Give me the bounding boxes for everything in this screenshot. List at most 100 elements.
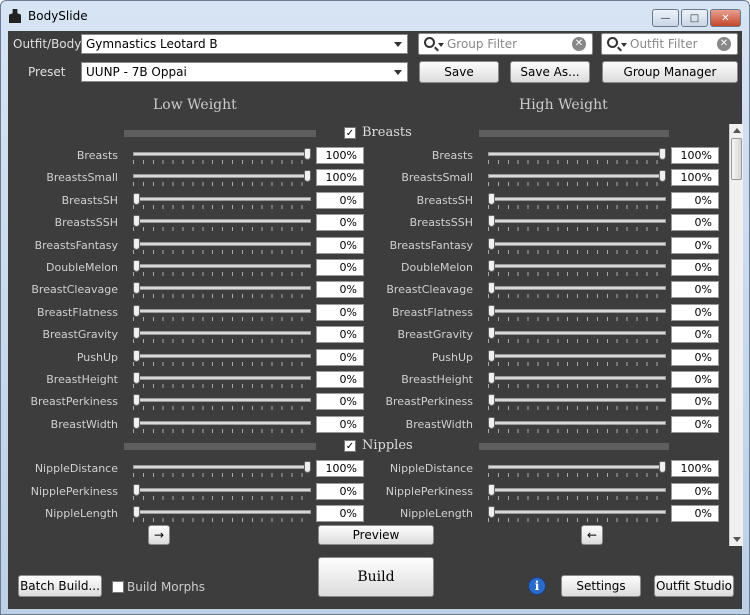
low-slider-track[interactable] bbox=[133, 353, 311, 358]
high-value-field[interactable]: 0% bbox=[671, 348, 719, 366]
high-slider-thumb[interactable] bbox=[659, 461, 666, 474]
low-slider-thumb[interactable] bbox=[133, 260, 140, 272]
low-slider-track[interactable] bbox=[133, 308, 311, 313]
low-value-field[interactable]: 0% bbox=[316, 326, 364, 344]
high-slider-track[interactable] bbox=[488, 308, 666, 313]
group-checkbox[interactable]: ✓ bbox=[344, 127, 356, 139]
low-slider-thumb[interactable] bbox=[133, 483, 140, 496]
low-value-field[interactable]: 0% bbox=[316, 348, 364, 366]
high-slider-track[interactable] bbox=[488, 487, 666, 492]
high-slider-track[interactable] bbox=[488, 174, 666, 179]
high-slider-track[interactable] bbox=[488, 465, 666, 470]
high-slider-thumb[interactable] bbox=[488, 372, 495, 384]
high-slider-thumb[interactable] bbox=[488, 506, 495, 518]
high-value-field[interactable]: 0% bbox=[671, 281, 719, 299]
high-value-field[interactable]: 100% bbox=[671, 169, 719, 187]
low-slider-thumb[interactable] bbox=[133, 506, 140, 518]
group-manager-button[interactable]: Group Manager bbox=[602, 61, 738, 83]
high-slider-thumb[interactable] bbox=[488, 304, 495, 317]
low-slider-thumb[interactable] bbox=[304, 170, 311, 183]
outfit-studio-button[interactable]: Outfit Studio bbox=[654, 575, 734, 597]
high-slider-track[interactable] bbox=[488, 376, 666, 380]
low-slider-thumb[interactable] bbox=[133, 215, 140, 228]
low-slider-track[interactable] bbox=[133, 420, 311, 425]
low-slider-track[interactable] bbox=[133, 219, 311, 224]
maximize-button[interactable]: □ bbox=[681, 9, 708, 27]
low-value-field[interactable]: 0% bbox=[316, 191, 364, 209]
low-slider-track[interactable] bbox=[133, 286, 311, 291]
low-slider-thumb[interactable] bbox=[133, 304, 140, 317]
group-checkbox[interactable]: ✓ bbox=[344, 440, 356, 453]
outfit-filter-input[interactable]: Outfit Filter ✕ bbox=[601, 33, 738, 55]
high-value-field[interactable]: 0% bbox=[671, 415, 719, 433]
high-value-field[interactable]: 0% bbox=[671, 191, 719, 209]
preview-button[interactable]: Preview bbox=[318, 525, 434, 545]
high-slider-thumb[interactable] bbox=[488, 282, 495, 295]
high-slider-thumb[interactable] bbox=[488, 483, 495, 496]
save-as-button[interactable]: Save As... bbox=[510, 61, 590, 83]
low-slider-thumb[interactable] bbox=[133, 416, 140, 429]
copy-right-button[interactable]: → bbox=[148, 525, 170, 545]
high-slider-thumb[interactable] bbox=[488, 327, 495, 340]
low-value-field[interactable]: 100% bbox=[316, 147, 364, 164]
low-value-field[interactable]: 0% bbox=[316, 482, 364, 500]
low-slider-track[interactable] bbox=[133, 174, 311, 179]
low-slider-thumb[interactable] bbox=[304, 461, 311, 474]
minimize-button[interactable]: — bbox=[652, 9, 679, 27]
high-slider-track[interactable] bbox=[488, 331, 666, 336]
low-slider-track[interactable] bbox=[133, 331, 311, 336]
low-slider-thumb[interactable] bbox=[304, 148, 311, 160]
batch-build-button[interactable]: Batch Build... bbox=[18, 575, 102, 597]
high-slider-thumb[interactable] bbox=[488, 416, 495, 429]
high-slider-track[interactable] bbox=[488, 264, 666, 268]
low-slider-thumb[interactable] bbox=[133, 372, 140, 384]
high-slider-thumb[interactable] bbox=[659, 170, 666, 183]
info-icon[interactable]: i bbox=[528, 577, 546, 595]
low-slider-thumb[interactable] bbox=[133, 282, 140, 295]
high-slider-thumb[interactable] bbox=[488, 215, 495, 228]
high-slider-track[interactable] bbox=[488, 398, 666, 403]
high-value-field[interactable]: 0% bbox=[671, 482, 719, 500]
low-slider-track[interactable] bbox=[133, 264, 311, 268]
high-slider-thumb[interactable] bbox=[488, 349, 495, 362]
high-slider-thumb[interactable] bbox=[659, 148, 666, 160]
high-slider-thumb[interactable] bbox=[488, 260, 495, 272]
low-value-field[interactable]: 0% bbox=[316, 415, 364, 433]
low-value-field[interactable]: 0% bbox=[316, 214, 364, 232]
high-value-field[interactable]: 0% bbox=[671, 326, 719, 344]
build-button[interactable]: Build bbox=[318, 557, 434, 597]
high-value-field[interactable]: 100% bbox=[671, 460, 719, 478]
save-button[interactable]: Save bbox=[419, 61, 499, 83]
low-slider-track[interactable] bbox=[133, 510, 311, 514]
low-value-field[interactable]: 0% bbox=[316, 505, 364, 522]
scrollbar-thumb[interactable] bbox=[731, 138, 742, 180]
low-slider-track[interactable] bbox=[133, 196, 311, 201]
high-slider-track[interactable] bbox=[488, 286, 666, 291]
low-value-field[interactable]: 0% bbox=[316, 236, 364, 254]
high-slider-track[interactable] bbox=[488, 219, 666, 224]
high-slider-thumb[interactable] bbox=[488, 394, 495, 407]
scroll-up-icon[interactable] bbox=[733, 128, 741, 133]
low-slider-track[interactable] bbox=[133, 376, 311, 380]
settings-button[interactable]: Settings bbox=[561, 575, 641, 597]
high-slider-track[interactable] bbox=[488, 241, 666, 246]
high-slider-track[interactable] bbox=[488, 196, 666, 201]
high-value-field[interactable]: 0% bbox=[671, 505, 719, 522]
low-slider-track[interactable] bbox=[133, 398, 311, 403]
high-value-field[interactable]: 0% bbox=[671, 214, 719, 232]
scroll-down-icon[interactable] bbox=[733, 537, 741, 542]
vertical-scrollbar[interactable] bbox=[729, 124, 743, 546]
copy-left-button[interactable]: ← bbox=[581, 525, 603, 545]
low-slider-track[interactable] bbox=[133, 465, 311, 470]
high-slider-track[interactable] bbox=[488, 152, 666, 156]
group-filter-input[interactable]: Group Filter ✕ bbox=[418, 33, 593, 55]
low-value-field[interactable]: 0% bbox=[316, 281, 364, 299]
high-slider-track[interactable] bbox=[488, 510, 666, 514]
low-slider-thumb[interactable] bbox=[133, 237, 140, 250]
low-value-field[interactable]: 0% bbox=[316, 371, 364, 388]
low-value-field[interactable]: 100% bbox=[316, 460, 364, 478]
high-value-field[interactable]: 0% bbox=[671, 371, 719, 388]
high-slider-track[interactable] bbox=[488, 420, 666, 425]
low-value-field[interactable]: 100% bbox=[316, 169, 364, 187]
high-value-field[interactable]: 0% bbox=[671, 303, 719, 321]
